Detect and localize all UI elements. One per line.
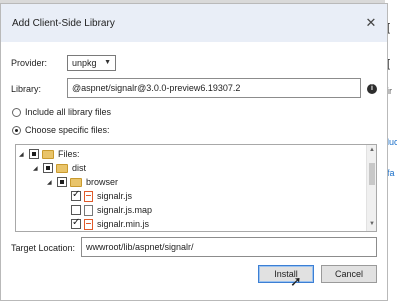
tree-item-label: signalr.js <box>97 191 133 201</box>
scroll-up-icon[interactable]: ▲ <box>369 147 375 153</box>
tree-item-signalr-js[interactable]: signalr.js <box>71 189 132 203</box>
background-link-luc[interactable]: luc <box>387 137 397 147</box>
provider-label: Provider: <box>11 58 48 68</box>
provider-selected-value: unpkg <box>72 58 97 68</box>
js-file-icon <box>84 190 93 202</box>
tree-checkbox-signalr-min-js[interactable] <box>71 217 81 229</box>
tree-item-signalr-js-map[interactable]: signalr.js.map <box>71 203 152 217</box>
target-location-label: Target Location: <box>11 243 76 253</box>
tree-item-signalr-min-js[interactable]: signalr.min.js <box>71 217 149 231</box>
dialog-title: Add Client-Side Library <box>12 18 115 29</box>
tree-item-label: signalr.js.map <box>97 205 153 215</box>
tree-item-label: browser <box>86 177 119 187</box>
provider-select[interactable]: unpkg ▼ <box>67 55 116 71</box>
tree-item-files[interactable]: ◢ Files: <box>19 147 80 161</box>
file-icon <box>84 204 93 216</box>
folder-icon <box>70 177 82 187</box>
tree-item-label: signalr.min.js <box>97 219 150 229</box>
file-tree: ◢ Files: ◢ dist ◢ browser signalr.js sig… <box>15 144 377 232</box>
add-client-side-library-dialog: Add Client-Side Library ✕ Provider: unpk… <box>0 3 388 301</box>
tree-checkbox-browser[interactable] <box>57 177 67 187</box>
target-location-value: wwwroot/lib/aspnet/signalr/ <box>86 242 194 252</box>
scrollbar-thumb[interactable] <box>369 163 375 185</box>
cancel-button[interactable]: Cancel <box>321 265 377 283</box>
library-input[interactable]: @aspnet/signalr@3.0.0-preview6.19307.2 <box>67 78 361 98</box>
scroll-down-icon[interactable]: ▼ <box>369 221 375 227</box>
mouse-cursor-icon: ➚ <box>290 273 302 289</box>
tree-item-dist[interactable]: ◢ dist <box>33 161 86 175</box>
library-label: Library: <box>11 84 42 94</box>
folder-icon <box>42 149 54 159</box>
info-icon[interactable]: i <box>367 84 377 94</box>
close-icon[interactable]: ✕ <box>363 15 379 31</box>
install-button[interactable]: Install <box>258 265 314 283</box>
expand-arrow-icon[interactable]: ◢ <box>19 151 26 158</box>
js-file-icon <box>84 218 93 230</box>
tree-item-browser[interactable]: ◢ browser <box>47 175 118 189</box>
tree-item-label: dist <box>72 163 87 173</box>
tree-scrollbar[interactable]: ▲ ▼ <box>366 145 376 231</box>
dialog-titlebar: Add Client-Side Library ✕ <box>1 4 387 42</box>
folder-icon <box>56 163 68 173</box>
expand-arrow-icon[interactable]: ◢ <box>33 165 40 172</box>
include-all-files-label: Include all library files <box>25 107 112 117</box>
expand-arrow-icon[interactable]: ◢ <box>47 179 54 186</box>
include-all-files-radio[interactable] <box>12 108 21 117</box>
tree-checkbox-signalr-js-map[interactable] <box>71 205 81 215</box>
background-link-fa[interactable]: fa <box>387 168 395 178</box>
chevron-down-icon: ▼ <box>104 59 111 66</box>
library-input-value: @aspnet/signalr@3.0.0-preview6.19307.2 <box>72 83 241 93</box>
tree-checkbox-files[interactable] <box>29 149 39 159</box>
target-location-input[interactable]: wwwroot/lib/aspnet/signalr/ <box>81 237 377 257</box>
choose-specific-files-label: Choose specific files: <box>25 125 110 135</box>
tree-item-label: Files: <box>58 149 80 159</box>
tree-checkbox-signalr-js[interactable] <box>71 189 81 201</box>
tree-checkbox-dist[interactable] <box>43 163 53 173</box>
choose-specific-files-radio[interactable] <box>12 126 21 135</box>
